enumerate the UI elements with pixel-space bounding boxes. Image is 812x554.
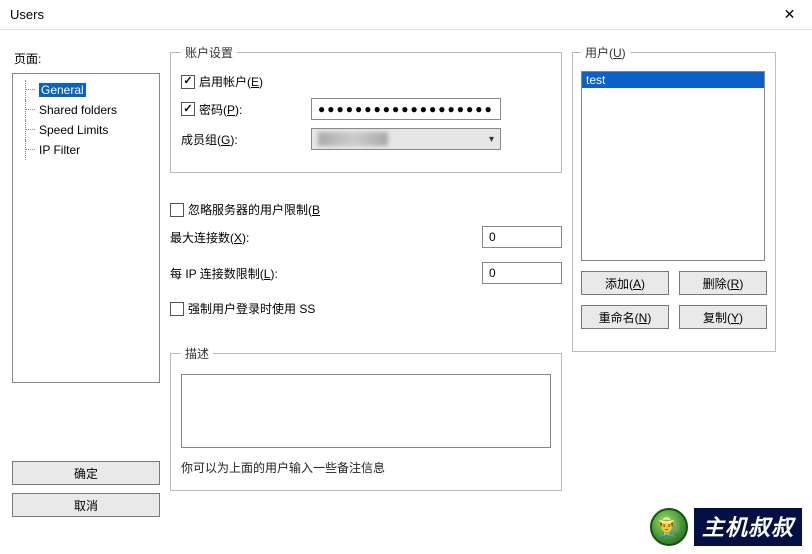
titlebar: Users ✕	[0, 0, 812, 30]
checkbox-icon	[181, 102, 195, 116]
users-legend: 用户(U)	[581, 44, 630, 61]
enable-account-checkbox[interactable]: 启用帐户(E)	[181, 73, 263, 90]
group-combobox[interactable]: ▾	[311, 128, 501, 150]
description-help-text: 你可以为上面的用户输入一些备注信息	[181, 459, 551, 476]
ok-button[interactable]: 确定	[12, 461, 160, 485]
watermark-text: 主机叔叔	[694, 508, 802, 546]
users-group: 用户(U) test 添加(A) 删除(R) 重命名(N) 复制(Y)	[572, 44, 776, 352]
watermark-badge-icon: 👨‍🌾	[650, 508, 688, 546]
force-ssl-label: 强制用户登录时使用 SS	[188, 300, 315, 317]
tree-item-speed-limits[interactable]: Speed Limits	[17, 120, 155, 140]
copy-user-button[interactable]: 复制(Y)	[679, 305, 767, 329]
tree-item-label: IP Filter	[39, 143, 80, 157]
ignore-server-limits-label: 忽略服务器的用户限制(B	[188, 201, 320, 218]
max-connections-input[interactable]	[482, 226, 562, 248]
tree-item-label: Speed Limits	[39, 123, 108, 137]
rename-user-button[interactable]: 重命名(N)	[581, 305, 669, 329]
checkbox-icon	[170, 203, 184, 217]
account-settings-group: 账户设置 启用帐户(E) 密码(P): 成员组(G): ▾	[170, 44, 562, 173]
enable-account-label: 启用帐户(E)	[199, 73, 263, 90]
account-settings-legend: 账户设置	[181, 44, 237, 61]
window-title: Users	[10, 7, 44, 22]
tree-item-ip-filter[interactable]: IP Filter	[17, 140, 155, 160]
checkbox-icon	[181, 75, 195, 89]
cancel-button[interactable]: 取消	[12, 493, 160, 517]
close-button[interactable]: ✕	[767, 0, 812, 30]
per-ip-limit-input[interactable]	[482, 262, 562, 284]
chevron-down-icon: ▾	[489, 134, 494, 145]
tree-item-label: General	[39, 83, 86, 97]
password-label: 密码(P):	[199, 101, 242, 118]
tree-item-general[interactable]: General	[17, 80, 155, 100]
force-ssl-checkbox[interactable]: 强制用户登录时使用 SS	[170, 300, 315, 317]
pages-tree[interactable]: General Shared folders Speed Limits IP F…	[12, 73, 160, 383]
limits-block: 忽略服务器的用户限制(B 最大连接数(X): 每 IP 连接数限制(L): 强制…	[170, 197, 562, 321]
description-textarea[interactable]	[181, 374, 551, 448]
close-icon: ✕	[784, 6, 796, 23]
userlist-item[interactable]: test	[582, 72, 764, 88]
group-value	[318, 132, 388, 146]
remove-user-button[interactable]: 删除(R)	[679, 271, 767, 295]
pages-label: 页面:	[14, 50, 160, 67]
tree-item-label: Shared folders	[39, 103, 117, 117]
password-input[interactable]	[311, 98, 501, 120]
description-legend: 描述	[181, 345, 213, 362]
ignore-server-limits-checkbox[interactable]: 忽略服务器的用户限制(B	[170, 201, 320, 218]
checkbox-icon	[170, 302, 184, 316]
group-label: 成员组(G):	[181, 131, 301, 148]
password-checkbox[interactable]: 密码(P):	[181, 101, 301, 118]
per-ip-limit-label: 每 IP 连接数限制(L):	[170, 265, 482, 282]
max-connections-label: 最大连接数(X):	[170, 229, 482, 246]
tree-item-shared-folders[interactable]: Shared folders	[17, 100, 155, 120]
users-listbox[interactable]: test	[581, 71, 765, 261]
description-group: 描述 你可以为上面的用户输入一些备注信息	[170, 345, 562, 491]
add-user-button[interactable]: 添加(A)	[581, 271, 669, 295]
watermark: 👨‍🌾 主机叔叔	[650, 508, 802, 546]
